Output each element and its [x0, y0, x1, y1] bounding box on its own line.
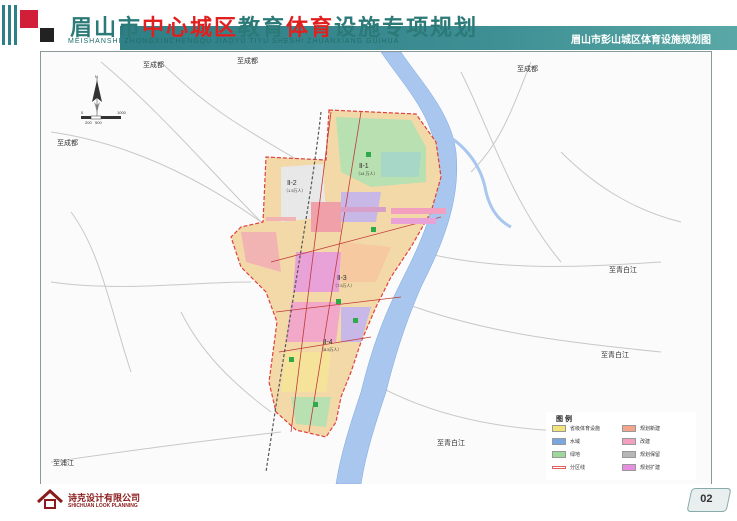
page-number-badge: 02 [686, 488, 732, 512]
legend-item-provincial: 省级体育设施 [552, 425, 600, 432]
legend-item-expand: 规划扩建 [622, 464, 660, 471]
page-subtitle: 眉山市彭山城区体育设施规划图 [571, 35, 711, 46]
legend-swatch [552, 438, 566, 445]
district-label-d3: Ⅱ-3 [337, 275, 347, 282]
legend-swatch [622, 438, 636, 445]
title-part4: 体育 [286, 15, 335, 40]
legend-item-retain: 规划保留 [622, 451, 660, 458]
district-label-d1: Ⅱ-1 [359, 163, 369, 170]
company-logo-icon [36, 488, 64, 509]
scale-zero: 0 [81, 110, 84, 115]
title-part3: 教育 [238, 15, 287, 40]
road-label-south-west: 至浦江 [53, 460, 74, 467]
legend-item-boundary: 分区线 [552, 464, 585, 471]
scale-mid2: 500 [95, 120, 102, 125]
legend-swatch [622, 451, 636, 458]
company-name-en: SHICHUAN LOOK PLANNING [68, 503, 138, 509]
district-label-d2: Ⅱ-2 [287, 180, 297, 187]
header: 眉山市中心城区教育体育设施专项规划 MEISHANSHI ZHONGXINCHE… [0, 0, 737, 50]
legend-item-new: 规划新建 [622, 425, 660, 432]
road-label-north-east: 至成都 [517, 66, 538, 73]
north-arrow-icon [92, 77, 102, 116]
legend-title: 图 例 [556, 416, 572, 423]
district-pop-d4: （8.5万人） [320, 347, 342, 352]
legend-swatch [622, 425, 636, 432]
title-part1: 眉山市 [70, 15, 143, 40]
district-label-d4: Ⅱ-4 [323, 339, 333, 346]
page-number: 02 [700, 493, 713, 505]
district-pop-d1: （14 万人） [356, 171, 378, 176]
legend-swatch [552, 425, 566, 432]
scale-bar [81, 115, 121, 120]
district-pop-d2: （1.5万人） [284, 188, 306, 193]
header-stripes-icon [2, 5, 54, 45]
road-label-west: 至成都 [57, 140, 78, 147]
legend-item-rebuild: 改建 [622, 438, 650, 445]
legend-swatch [552, 466, 566, 469]
legend: 图 例 省级体育设施 规划新建 水域 改建 绿地 规划保留 分区线 规划扩建 [546, 412, 696, 480]
title-part2: 中心城区 [142, 15, 239, 40]
legend-item-green: 绿地 [552, 451, 580, 458]
scale-mid1: 200 [85, 120, 92, 125]
north-arrow-label: N [95, 74, 98, 79]
legend-item-water: 水域 [552, 438, 580, 445]
map-frame: 至成都 至成都 至成都 至成都 至青白江 至青白江 至青白江 至浦江 Ⅱ-1 （… [40, 51, 712, 485]
scale-end: 1000 [117, 110, 126, 115]
legend-swatch [622, 464, 636, 471]
title-pinyin: MEISHANSHI ZHONGXINCHENGQU JIAOYU TIYU S… [68, 38, 400, 45]
title-part5: 设施专项规划 [334, 15, 479, 40]
road-label-north-west-2: 至成都 [237, 58, 258, 65]
legend-swatch [552, 451, 566, 458]
road-label-south-east: 至青白江 [437, 440, 465, 447]
road-label-east-2: 至青白江 [601, 352, 629, 359]
district-pop-d3: （7.5万人） [333, 283, 355, 288]
road-label-east-1: 至青白江 [609, 267, 637, 274]
road-label-north-west-1: 至成都 [143, 62, 164, 69]
